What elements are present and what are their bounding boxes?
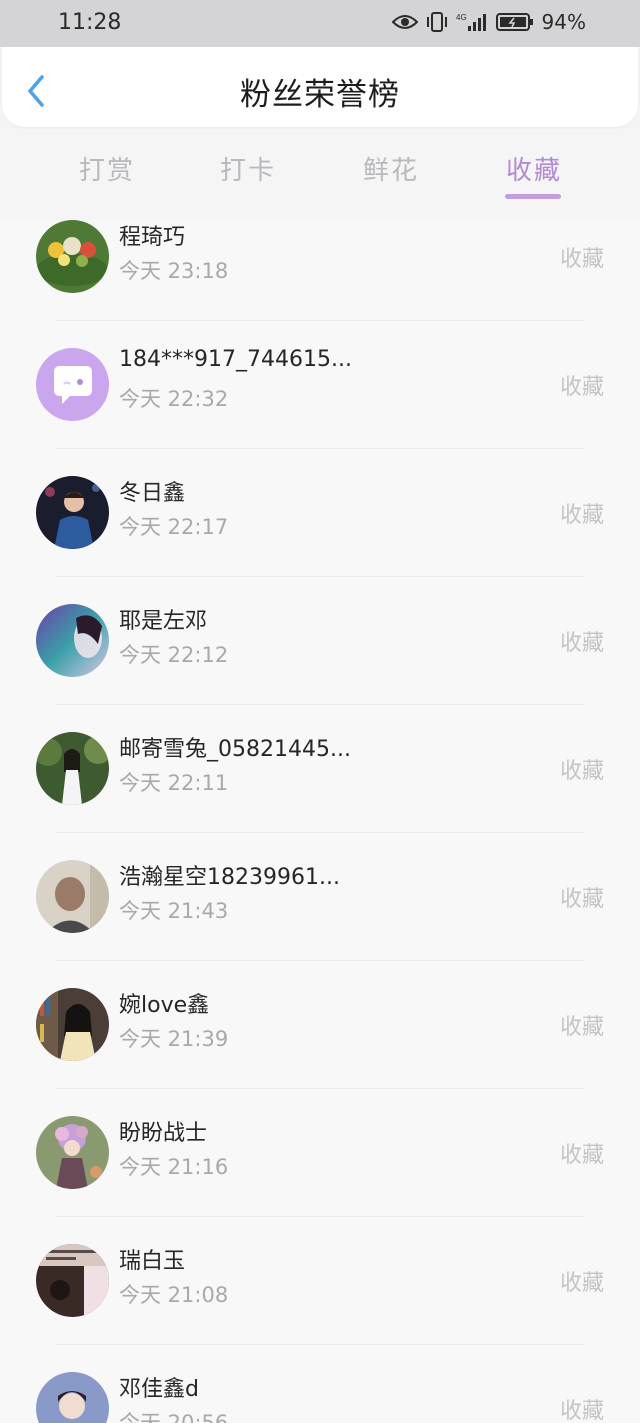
user-name: 冬日鑫 bbox=[119, 481, 186, 506]
favorite-label: 收藏 bbox=[559, 631, 604, 656]
page-header: 粉丝荣誉榜 bbox=[2, 47, 638, 127]
favorite-label: 收藏 bbox=[559, 247, 604, 272]
timestamp: 今天 21:43 bbox=[119, 899, 229, 923]
favorite-label: 收藏 bbox=[559, 759, 604, 784]
list-item[interactable]: 冬日鑫 今天 22:17 收藏 bbox=[0, 449, 640, 577]
user-name: 184***917_744615... bbox=[119, 347, 352, 372]
favorite-label: 收藏 bbox=[559, 1015, 604, 1040]
tab-bar: 打赏 打卡 鲜花 收藏 bbox=[0, 138, 640, 208]
battery-percent: 94% bbox=[541, 10, 586, 34]
favorite-label: 收藏 bbox=[559, 1143, 604, 1168]
tab-reward[interactable]: 打赏 bbox=[57, 150, 157, 187]
timestamp: 今天 22:32 bbox=[119, 387, 229, 411]
girl-bookshelf-avatar bbox=[36, 988, 109, 1061]
tab-favorites-label: 收藏 bbox=[505, 156, 562, 186]
tab-favorites[interactable]: 收藏 bbox=[484, 150, 584, 199]
list-item[interactable]: 盼盼战士 今天 21:16 收藏 bbox=[0, 1089, 640, 1217]
singer-avatar bbox=[36, 476, 109, 549]
timestamp: 今天 23:18 bbox=[119, 259, 229, 283]
eye-icon bbox=[391, 13, 418, 31]
boy-portrait-avatar bbox=[36, 1372, 109, 1423]
network-type: 4G bbox=[456, 13, 467, 22]
purple-portrait-avatar bbox=[36, 604, 109, 677]
list-item[interactable]: 程琦巧 今天 23:18 收藏 bbox=[0, 220, 640, 321]
favorite-label: 收藏 bbox=[559, 1399, 604, 1423]
man-photo-avatar bbox=[36, 860, 109, 933]
status-icons: 4G 94% bbox=[391, 10, 586, 34]
timestamp: 今天 22:12 bbox=[119, 643, 229, 667]
timestamp: 今天 20:56 bbox=[119, 1411, 229, 1423]
user-name: 盼盼战士 bbox=[119, 1121, 208, 1146]
user-name: 邮寄雪兔_05821445... bbox=[119, 737, 351, 762]
chat-bubble-avatar bbox=[36, 348, 109, 421]
list-item[interactable]: 邮寄雪兔_05821445... 今天 22:11 收藏 bbox=[0, 705, 640, 833]
page-title: 粉丝荣誉榜 bbox=[240, 77, 400, 113]
fan-list[interactable]: 程琦巧 今天 23:18 收藏 184***917_744615... 今天 2… bbox=[0, 220, 640, 1423]
list-item[interactable]: 184***917_744615... 今天 22:32 收藏 bbox=[0, 321, 640, 449]
timestamp: 今天 21:08 bbox=[119, 1283, 229, 1307]
signal-icon: 4G bbox=[456, 12, 488, 32]
user-name: 程琦巧 bbox=[119, 225, 186, 250]
favorite-label: 收藏 bbox=[559, 887, 604, 912]
list-item[interactable]: 耶是左邓 今天 22:12 收藏 bbox=[0, 577, 640, 705]
favorite-label: 收藏 bbox=[559, 375, 604, 400]
list-item[interactable]: 浩瀚星空18239961... 今天 21:43 收藏 bbox=[0, 833, 640, 961]
user-name: 耶是左邓 bbox=[119, 609, 208, 634]
favorite-label: 收藏 bbox=[559, 503, 604, 528]
flowers-avatar bbox=[36, 220, 109, 293]
list-item[interactable]: 瑞白玉 今天 21:08 收藏 bbox=[0, 1217, 640, 1345]
vibrate-icon bbox=[426, 12, 448, 32]
user-name: 浩瀚星空18239961... bbox=[119, 865, 340, 890]
user-name: 邓佳鑫d bbox=[119, 1377, 199, 1402]
timestamp: 今天 22:17 bbox=[119, 515, 229, 539]
text-photo-avatar bbox=[36, 1244, 109, 1317]
list-item[interactable]: 邓佳鑫d 今天 20:56 收藏 bbox=[0, 1345, 640, 1423]
tab-flowers[interactable]: 鲜花 bbox=[341, 150, 441, 187]
tab-checkin[interactable]: 打卡 bbox=[198, 150, 298, 187]
girl-forest-avatar bbox=[36, 732, 109, 805]
status-time: 11:28 bbox=[58, 10, 122, 35]
status-bar: 11:28 4G 94% bbox=[0, 0, 640, 47]
flower-girl-avatar bbox=[36, 1116, 109, 1189]
active-tab-indicator bbox=[505, 194, 561, 199]
timestamp: 今天 22:11 bbox=[119, 771, 229, 795]
list-item[interactable]: 婉love鑫 今天 21:39 收藏 bbox=[0, 961, 640, 1089]
timestamp: 今天 21:16 bbox=[119, 1155, 229, 1179]
timestamp: 今天 21:39 bbox=[119, 1027, 229, 1051]
battery-icon bbox=[495, 12, 534, 32]
user-name: 瑞白玉 bbox=[119, 1249, 186, 1274]
favorite-label: 收藏 bbox=[559, 1271, 604, 1296]
user-name: 婉love鑫 bbox=[119, 993, 210, 1018]
